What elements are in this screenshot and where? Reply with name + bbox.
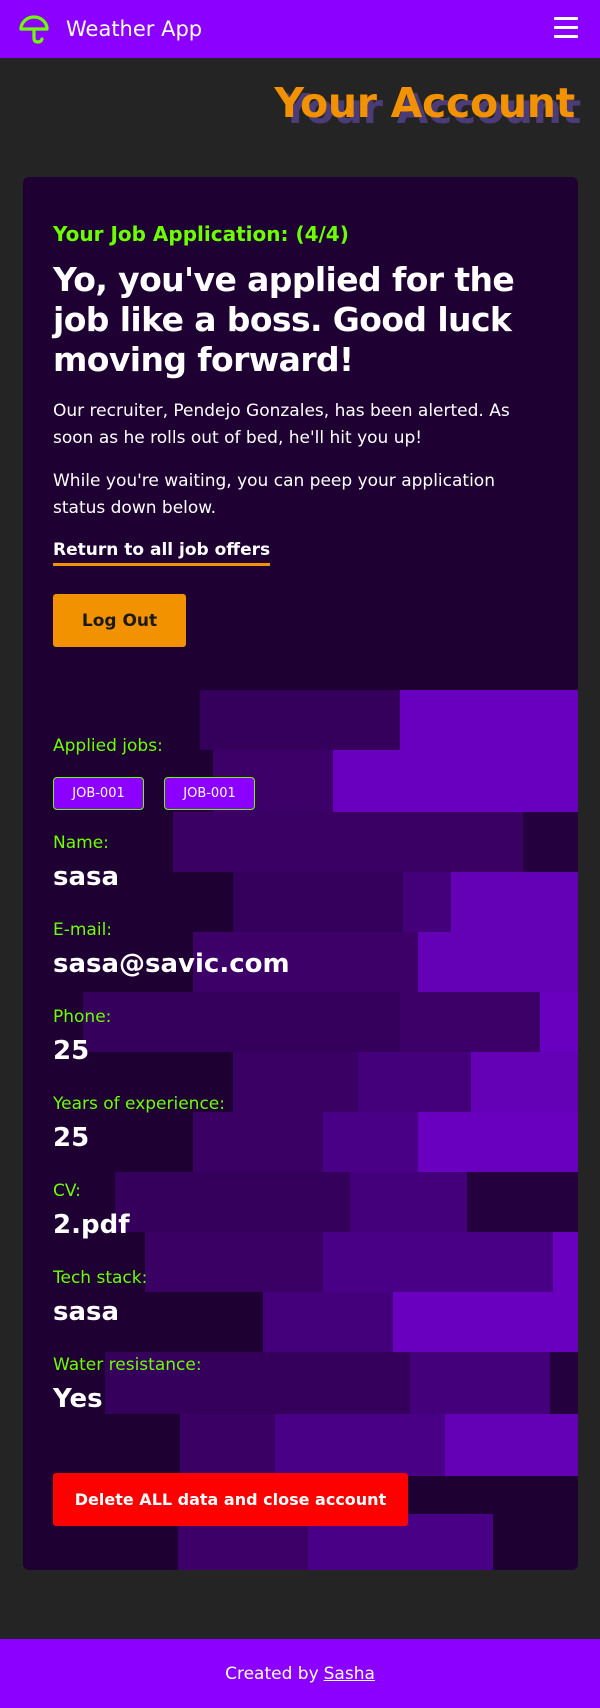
application-headline: Yo, you've applied for the job like a bo…: [53, 260, 515, 379]
author-link[interactable]: Sasha: [324, 1664, 375, 1684]
phone-value: 25: [53, 1036, 90, 1066]
water-resistance-label: Water resistance:: [53, 1355, 202, 1375]
name-label: Name:: [53, 833, 109, 853]
applied-job-chip[interactable]: JOB-001: [53, 777, 144, 810]
footer: Created by Sasha: [0, 1639, 600, 1708]
delete-account-button[interactable]: Delete ALL data and close account: [53, 1473, 408, 1526]
umbrella-icon[interactable]: [18, 14, 50, 46]
applied-jobs-label: Applied jobs:: [53, 736, 163, 756]
top-navbar: Weather App: [0, 0, 600, 58]
applied-job-chip[interactable]: JOB-001: [164, 777, 255, 810]
logout-button[interactable]: Log Out: [53, 594, 186, 647]
return-to-jobs-link[interactable]: Return to all job offers: [53, 538, 271, 566]
tech-stack-label: Tech stack:: [53, 1268, 148, 1288]
experience-value: 25: [53, 1123, 90, 1153]
recruiter-message: Our recruiter, Pendejo Gonzales, has bee…: [53, 401, 510, 448]
water-resistance-value: Yes: [53, 1384, 103, 1414]
cv-value: 2.pdf: [53, 1210, 130, 1240]
app-name[interactable]: Weather App: [66, 16, 202, 42]
email-label: E-mail:: [53, 920, 113, 940]
status-message: While you're waiting, you can peep your …: [53, 471, 495, 518]
cv-label: CV:: [53, 1181, 81, 1201]
name-value: sasa: [53, 862, 120, 892]
experience-label: Years of experience:: [53, 1094, 225, 1114]
page-title: Your Account: [274, 79, 575, 127]
footer-credit: Created by: [225, 1663, 319, 1684]
account-card: Your Job Application: (4/4) Yo, you've a…: [23, 177, 578, 1570]
phone-label: Phone:: [53, 1007, 112, 1027]
hamburger-menu-icon[interactable]: [552, 17, 580, 41]
email-value: sasa@savic.com: [53, 949, 290, 979]
tech-stack-value: sasa: [53, 1297, 120, 1327]
application-step: Your Job Application: (4/4): [53, 222, 349, 246]
